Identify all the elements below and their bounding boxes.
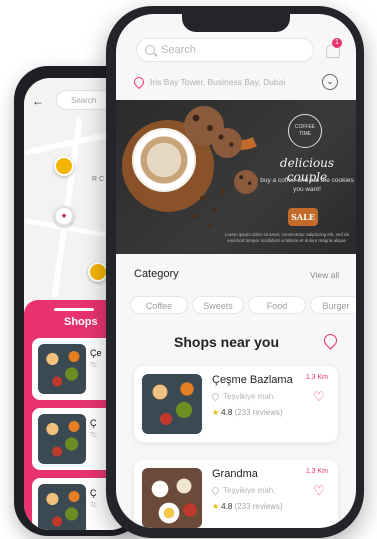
location-pin-icon[interactable] bbox=[321, 331, 340, 350]
notification-badge: 1 bbox=[332, 38, 342, 48]
search-placeholder: Search bbox=[161, 44, 196, 56]
location-selector[interactable]: Iris Bay Tower, Business Bay, Dubai ⌄ bbox=[131, 72, 344, 92]
shop-location: Teşvikiye mah. bbox=[210, 391, 275, 402]
cookie-image bbox=[234, 170, 258, 194]
coffee-bean bbox=[191, 212, 199, 220]
location-pin-icon bbox=[210, 485, 221, 496]
shop-name: Çeşme Bazlama bbox=[212, 374, 293, 386]
shop-rating: ★ 4.8 (233 reviews) bbox=[212, 502, 283, 511]
category-title: Category bbox=[134, 268, 179, 280]
shop-name: Ç bbox=[90, 418, 97, 428]
shop-rating: ★ 4.8 (233 reviews) bbox=[212, 408, 283, 417]
shop-distance: 1.3 Km bbox=[305, 468, 328, 475]
shop-name: Ç bbox=[90, 488, 97, 498]
shop-thumbnail bbox=[38, 344, 86, 394]
shop-name: Grandma bbox=[212, 468, 258, 480]
view-all-link[interactable]: View all bbox=[310, 270, 339, 280]
shop-location: Tc bbox=[90, 502, 97, 509]
drag-handle[interactable] bbox=[54, 308, 94, 311]
map-pin-icon[interactable] bbox=[88, 262, 108, 282]
shop-location: Tc bbox=[90, 432, 97, 439]
panel-title: Shops bbox=[64, 316, 98, 328]
coffee-bean bbox=[206, 222, 212, 230]
brand-logo: COFFEE TIME bbox=[288, 114, 322, 148]
banner-fine-print: Lorem ipsum dolor sit amet, consectetur … bbox=[224, 232, 350, 243]
star-icon: ★ bbox=[212, 502, 220, 511]
shop-thumbnail bbox=[38, 414, 86, 464]
chip-food[interactable]: Food bbox=[248, 296, 306, 314]
front-phone-screen: Search 1 Iris Bay Tower, Business Bay, D… bbox=[116, 14, 356, 528]
heart-icon[interactable]: ♡ bbox=[312, 484, 326, 498]
coffee-bean bbox=[220, 190, 226, 194]
phone-notch bbox=[182, 14, 290, 32]
map-label: R C bbox=[92, 176, 105, 183]
heart-icon[interactable]: ♡ bbox=[312, 390, 326, 404]
search-icon bbox=[145, 45, 155, 55]
map-pin-icon[interactable] bbox=[54, 156, 74, 176]
chip-coffee[interactable]: Coffee bbox=[130, 296, 188, 314]
shop-name: Çe bbox=[90, 348, 102, 358]
shop-thumbnail bbox=[38, 484, 86, 530]
chip-burger[interactable]: Burger bbox=[310, 296, 356, 314]
shops-near-you-title: Shops near you bbox=[174, 334, 280, 350]
sale-tag: SALE bbox=[288, 208, 318, 226]
coffee-cup-image bbox=[132, 128, 196, 192]
coffee-bean bbox=[211, 206, 219, 214]
shop-card[interactable]: Çeşme Bazlama Teşvikiye mah. ★ 4.8 (233 r… bbox=[134, 366, 338, 442]
location-text: Iris Bay Tower, Business Bay, Dubai bbox=[150, 77, 286, 87]
location-pin-icon bbox=[210, 391, 221, 402]
chip-sweets[interactable]: Sweets bbox=[192, 296, 244, 314]
shop-thumbnail bbox=[142, 468, 202, 528]
location-pin-icon bbox=[131, 74, 147, 90]
shop-location: Tc bbox=[90, 362, 97, 369]
chevron-down-icon[interactable]: ⌄ bbox=[322, 74, 338, 90]
map-pin-icon[interactable]: ✦ bbox=[54, 206, 74, 226]
search-input[interactable]: Search bbox=[136, 38, 314, 62]
star-icon: ★ bbox=[212, 408, 220, 417]
shop-card[interactable]: Grandma Teşvikiye mah. ★ 4.8 (233 reviews… bbox=[134, 460, 338, 528]
back-arrow-icon[interactable]: ← bbox=[32, 94, 44, 108]
shop-thumbnail bbox=[142, 374, 202, 434]
promo-banner[interactable]: COFFEE TIME delicious couple buy a coffe… bbox=[116, 100, 356, 254]
shop-distance: 1.3 Km bbox=[305, 374, 328, 381]
cookie-image bbox=[212, 128, 242, 158]
coffee-bean bbox=[200, 196, 206, 200]
shop-location: Teşvikiye mah. bbox=[210, 485, 275, 496]
banner-subtitle: buy a coffee and eat the cookies you wan… bbox=[260, 177, 354, 193]
